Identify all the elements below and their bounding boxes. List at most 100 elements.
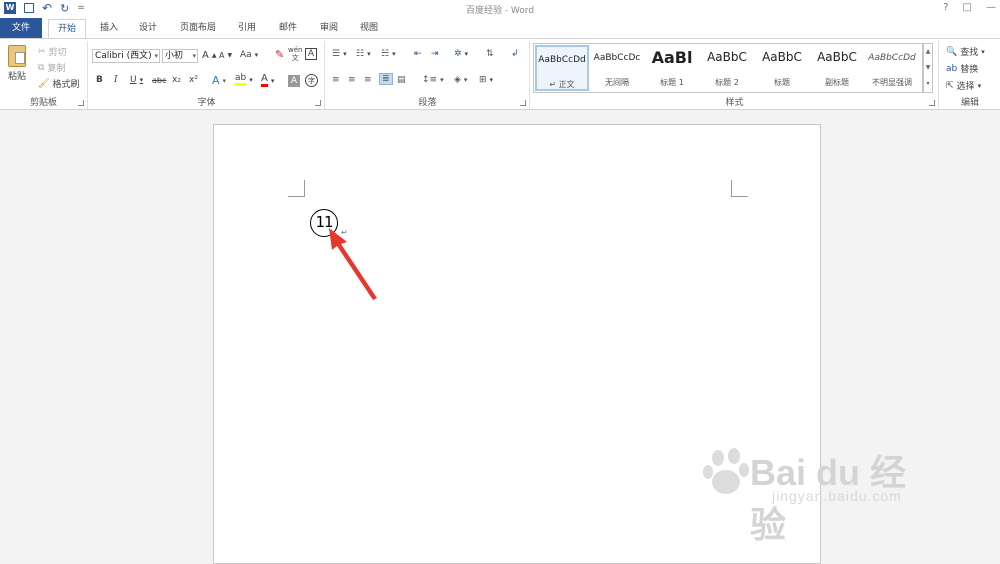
asian-layout-button[interactable]: ✲ ▾ <box>454 49 468 59</box>
paragraph-launcher-icon[interactable] <box>520 100 526 106</box>
style-subtitle[interactable]: AaBbC 副标题 <box>810 45 864 91</box>
style-heading-1[interactable]: AaBl 标题 1 <box>645 45 699 91</box>
select-button[interactable]: ⇱ 选择 ▾ <box>946 79 981 93</box>
style-no-spacing[interactable]: AaBbCcDc 无间隔 <box>590 45 644 91</box>
styles-gallery-scroll[interactable]: ▲ ▼ ▾ <box>923 43 933 93</box>
superscript-button[interactable]: x² <box>189 75 198 85</box>
character-shading-icon: A <box>290 76 298 86</box>
tab-file[interactable]: 文件 <box>0 18 42 38</box>
styles-launcher-icon[interactable] <box>929 100 935 106</box>
bold-button[interactable]: B <box>96 75 103 85</box>
subscript-button[interactable]: x₂ <box>172 75 181 85</box>
style-normal[interactable]: AaBbCcDd ↵ 正文 <box>535 45 589 91</box>
font-group-label: 字体 <box>197 98 216 108</box>
distributed-button[interactable]: ▤ <box>397 75 406 85</box>
change-case-button[interactable]: Aa ▾ <box>240 50 258 60</box>
style-name: 副标题 <box>825 78 849 87</box>
chevron-down-icon[interactable]: ▼ <box>924 60 932 76</box>
character-border-icon: A <box>307 49 315 59</box>
align-right-button[interactable]: ≡ <box>364 75 372 85</box>
shrink-font-button[interactable]: A ▼ <box>219 51 232 60</box>
tab-view[interactable]: 视图 <box>352 18 386 38</box>
ribbon-display-icon[interactable]: □ <box>963 2 972 13</box>
italic-button[interactable]: I <box>114 75 118 85</box>
eraser-icon: ✎ <box>275 48 285 61</box>
document-area: 11 ↵ Bai du 经验 jingyan.baidu.com <box>0 111 1000 564</box>
clear-formatting-button[interactable]: ✎ <box>275 48 284 61</box>
paw-logo-icon <box>703 448 749 494</box>
style-subtle-emphasis[interactable]: AaBbCcDd 不明显强调 <box>865 45 919 91</box>
font-size-value: 小初 <box>165 51 184 61</box>
title-bar: W ↶ ↻ = 百度经验 - Word ? □ — <box>0 0 1000 18</box>
chevron-up-icon[interactable]: ▲ <box>924 44 932 60</box>
borders-icon: ⊞ <box>479 75 487 85</box>
arrow-shape <box>329 228 377 300</box>
multilevel-list-icon: ☵ <box>381 49 390 59</box>
help-icon[interactable]: ? <box>943 2 948 13</box>
justify-button[interactable]: ≣ <box>379 73 393 85</box>
align-left-button[interactable]: ≡ <box>332 75 340 85</box>
numbered-list-icon: ☷ <box>356 49 365 59</box>
align-left-icon: ≡ <box>332 75 340 85</box>
grow-font-button[interactable]: A ▲ <box>202 50 216 61</box>
font-color-button[interactable]: A ▾ <box>261 74 274 87</box>
replace-label: 替换 <box>960 65 979 75</box>
borders-button[interactable]: ⊞ ▾ <box>479 75 493 85</box>
strikethrough-button[interactable]: abc <box>152 76 166 85</box>
increase-indent-button[interactable]: ⇥ <box>431 49 439 59</box>
numbering-button[interactable]: ☷ ▾ <box>356 49 371 59</box>
format-painter-button[interactable]: 🖌 格式刷 <box>38 77 80 91</box>
replace-button[interactable]: ab 替换 <box>946 62 979 76</box>
annotation-arrow-icon <box>329 228 377 300</box>
chevron-down-icon: ▾ <box>154 52 158 60</box>
ribbon: 粘贴 ✂ 剪切 ⧉ 复制 🖌 格式刷 剪贴板 Calibri (西文) ▾ 小初… <box>0 38 1000 110</box>
phonetic-guide-button[interactable]: wén 文 <box>288 46 302 62</box>
clipboard-launcher-icon[interactable] <box>78 100 84 106</box>
font-name-combo[interactable]: Calibri (西文) ▾ <box>92 49 160 63</box>
highlight-button[interactable]: ab ▾ <box>235 74 253 86</box>
paste-label: 粘贴 <box>8 72 27 82</box>
tab-review[interactable]: 审阅 <box>312 18 346 38</box>
multilevel-list-button[interactable]: ☵ ▾ <box>381 49 396 59</box>
character-border-button[interactable]: A <box>305 48 317 60</box>
decrease-indent-button[interactable]: ⇤ <box>414 49 422 59</box>
paste-button[interactable]: 粘贴 <box>8 45 26 82</box>
cut-label: 剪切 <box>48 48 67 58</box>
show-marks-button[interactable]: ↲ <box>511 49 519 59</box>
tab-design[interactable]: 设计 <box>131 18 165 38</box>
font-color-icon: A <box>261 74 268 87</box>
style-name: 标题 <box>774 78 790 87</box>
distributed-icon: ▤ <box>397 75 406 85</box>
font-size-combo[interactable]: 小初 ▾ <box>162 49 198 63</box>
underline-button[interactable]: U ▾ <box>130 75 143 85</box>
tab-insert[interactable]: 插入 <box>92 18 126 38</box>
text-effects-button[interactable]: A ▾ <box>212 74 226 87</box>
tab-home[interactable]: 开始 <box>48 19 86 39</box>
sort-button[interactable]: ⇅ <box>486 49 494 59</box>
cut-button[interactable]: ✂ 剪切 <box>38 45 67 59</box>
tab-page-layout[interactable]: 页面布局 <box>172 18 224 38</box>
style-sample: AaBbC <box>817 50 857 64</box>
copy-label: 复制 <box>47 64 66 74</box>
find-label: 查找 <box>960 48 979 58</box>
tab-references[interactable]: 引用 <box>230 18 264 38</box>
character-shading-button[interactable]: A <box>288 75 300 87</box>
tab-mailings[interactable]: 邮件 <box>271 18 305 38</box>
find-button[interactable]: 🔍 查找 ▾ <box>946 45 985 59</box>
copy-button[interactable]: ⧉ 复制 <box>38 61 66 75</box>
editing-group-label: 编辑 <box>960 98 979 108</box>
style-name: 不明显强调 <box>872 78 912 87</box>
enclose-characters-button[interactable]: 字 <box>305 74 318 87</box>
line-spacing-button[interactable]: ↕≡ ▾ <box>422 75 444 85</box>
font-launcher-icon[interactable] <box>315 100 321 106</box>
paragraph-shading-button[interactable]: ◈ ▾ <box>454 75 467 85</box>
bullets-button[interactable]: ☰ ▾ <box>332 49 347 59</box>
align-center-button[interactable]: ≡ <box>348 75 356 85</box>
paint-bucket-icon: ◈ <box>454 75 461 85</box>
font-group: Calibri (西文) ▾ 小初 ▾ A ▲ A ▼ Aa ▾ ✎ wén 文 A B… <box>89 41 325 109</box>
more-icon[interactable]: ▾ <box>924 76 932 92</box>
format-painter-label: 格式刷 <box>52 80 80 90</box>
minimize-icon[interactable]: — <box>986 2 996 13</box>
style-title[interactable]: AaBbC 标题 <box>755 45 809 91</box>
style-heading-2[interactable]: AaBbC 标题 2 <box>700 45 754 91</box>
